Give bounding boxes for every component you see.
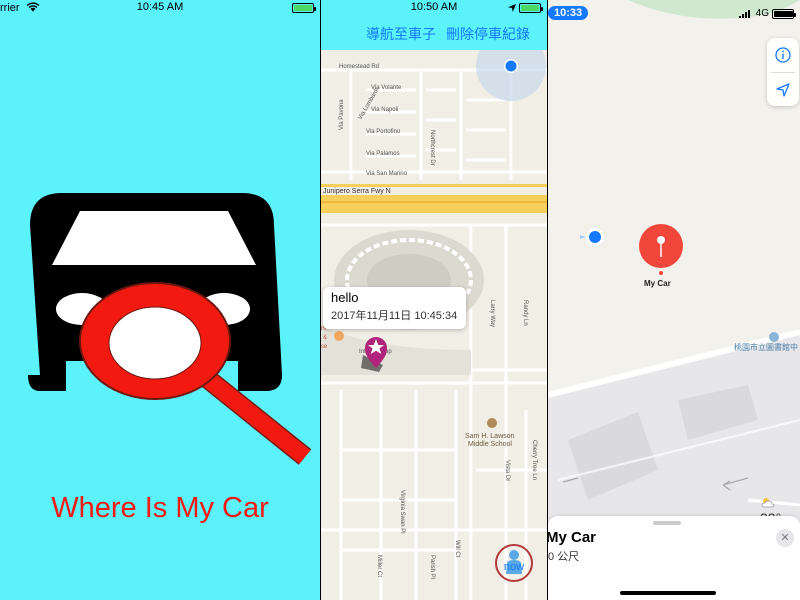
location-arrow-icon (776, 83, 790, 97)
map-label: Will Ct (454, 540, 460, 558)
map-label: Vista Dr (504, 460, 510, 481)
status-bar: rrier 10:45 AM (0, 0, 320, 16)
battery-icon (519, 3, 543, 13)
status-bar: 10:33 4G (548, 0, 800, 22)
pin-callout[interactable]: hello 2017年11月11日 10:45:34 (323, 287, 466, 329)
launch-screen: rrier 10:45 AM Where Is My Car (0, 0, 320, 600)
network-label: 4G (755, 8, 769, 19)
place-title: My Car (548, 529, 597, 546)
map-label: Sam H. Lawson (465, 433, 515, 440)
map-label: Homestead Rd (339, 64, 379, 70)
map-label: & (323, 335, 327, 341)
home-indicator (620, 591, 716, 595)
callout-title: hello (331, 290, 359, 305)
car-search-logo (20, 185, 320, 480)
map-label: Miller Ct (376, 555, 382, 577)
sheet-grabber[interactable] (653, 521, 681, 525)
map-label: Via Pavona (339, 99, 345, 130)
navigate-to-car-button[interactable]: 導航至車子 (366, 24, 436, 44)
close-icon: ✕ (780, 532, 790, 544)
parking-map-screen: 10:50 AM 導航至車子 刪除停車紀錄 Homestead Rd Via V… (321, 0, 547, 600)
map-label: Larry Way (489, 300, 495, 327)
location-arrow-icon (508, 4, 516, 12)
map-label: Cherry Tree Ln (531, 440, 537, 480)
place-distance: 0 公尺 (548, 551, 580, 563)
poi-icon (769, 332, 779, 342)
nav-bar: 導航至車子 刪除停車紀錄 (321, 16, 547, 50)
map-label: Via Portofino (366, 129, 401, 135)
map-label: Via Palamos (366, 151, 400, 157)
delete-parking-record-button[interactable]: 刪除停車紀錄 (446, 24, 530, 44)
close-button[interactable]: ✕ (776, 529, 794, 547)
clock: 10:45 AM (136, 1, 184, 13)
info-button[interactable] (767, 38, 799, 72)
now-label: now (503, 561, 525, 573)
map-label: Northcrest Dr (429, 130, 435, 166)
callout-subtitle: 2017年11月11日 10:45:34 (331, 310, 458, 322)
map-label: Randy Ln (522, 300, 528, 326)
map-label: se (321, 344, 328, 350)
map-controls (767, 38, 799, 106)
school-poi-icon (487, 418, 497, 428)
map-label: Virginia Swan Pl (399, 490, 405, 534)
status-bar: 10:50 AM (321, 0, 547, 16)
user-location-dot (589, 231, 601, 243)
info-icon (775, 47, 791, 63)
user-location-dot (505, 60, 517, 72)
map-label: Middle School (468, 441, 512, 448)
battery-icon (292, 3, 316, 13)
map-label: Junipero Serra Fwy N (323, 188, 391, 195)
signal-icon (738, 9, 750, 18)
maps-screen: 10:33 4G My Car 桃園市立圖書館中 32° My Car 0 公尺… (548, 0, 800, 600)
now-location-button[interactable]: now (495, 544, 533, 582)
app-title: Where Is My Car (51, 492, 269, 524)
partly-cloudy-icon (761, 498, 775, 508)
map-label: Parish Pl (429, 555, 435, 579)
battery-icon (772, 8, 796, 19)
poi-label: 桃園市立圖書館中 (734, 343, 798, 352)
pin-label: My Car (644, 279, 671, 288)
track-location-button[interactable] (767, 73, 799, 107)
map-label: Via Napoli (371, 107, 398, 113)
map-label: Via San Marino (366, 171, 408, 177)
place-card[interactable]: My Car 0 公尺 ✕ (548, 516, 800, 600)
clock: 10:33 (548, 6, 589, 20)
